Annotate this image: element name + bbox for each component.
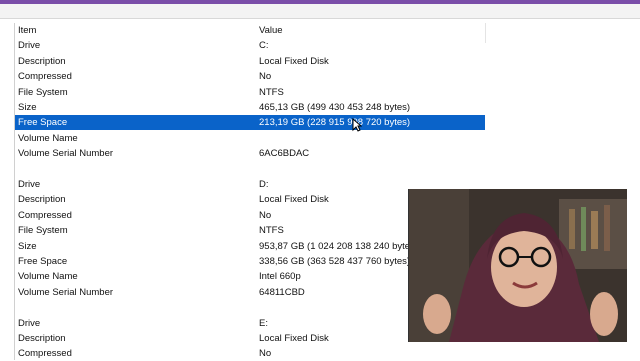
list-header: Item Value xyxy=(15,23,485,38)
row-value: No xyxy=(259,209,272,221)
table-row[interactable]: Drive C: xyxy=(15,38,485,53)
row-item: File System xyxy=(18,225,68,237)
row-value: 465,13 GB (499 430 453 248 bytes) xyxy=(259,102,411,113)
row-value: Local Fixed Disk xyxy=(259,333,329,344)
table-row[interactable]: Description Local Fixed Disk xyxy=(15,54,485,69)
table-row[interactable]: Compressed No xyxy=(15,69,485,84)
row-value: D: xyxy=(259,179,269,190)
row-item: Size xyxy=(18,102,37,113)
row-item: File System xyxy=(18,86,68,98)
column-header-value[interactable]: Value xyxy=(259,23,283,38)
mouse-cursor-icon xyxy=(352,118,362,132)
table-row[interactable]: Volume Serial Number 6AC6BDAC xyxy=(15,146,485,161)
row-item: Compressed xyxy=(18,71,72,83)
row-item: Description xyxy=(18,333,66,344)
row-item: Volume Serial Number xyxy=(18,286,114,298)
row-value: 953,87 GB (1 024 208 138 240 bytes xyxy=(259,240,415,252)
row-value: 6AC6BDAC xyxy=(259,148,310,160)
row-value: C: xyxy=(259,40,269,52)
row-item: Drive xyxy=(18,40,41,52)
row-value: 338,56 GB (363 528 437 760 bytes) xyxy=(259,256,411,267)
row-item: Drive xyxy=(18,317,41,329)
table-row-selected[interactable]: Free Space 213,19 GB (228 915 998 720 byt… xyxy=(15,115,485,131)
column-divider[interactable] xyxy=(485,23,486,43)
row-item: Size xyxy=(18,240,37,252)
table-row[interactable]: Volume Name xyxy=(15,131,485,146)
row-value: E: xyxy=(259,317,268,329)
row-item: Description xyxy=(18,194,66,206)
row-item: Volume Name xyxy=(18,271,78,283)
row-value: Local Fixed Disk xyxy=(259,55,329,67)
row-value: Local Fixed Disk xyxy=(259,194,329,206)
row-item: Volume Serial Number xyxy=(18,148,114,160)
row-item: Description xyxy=(18,55,66,67)
webcam-video-overlay xyxy=(408,189,627,342)
row-value: NTFS xyxy=(259,86,284,98)
row-value: 213,19 GB (228 915 998 720 bytes) xyxy=(259,117,411,129)
row-item: Compressed xyxy=(18,209,72,221)
row-value: Intel 660p xyxy=(259,271,301,283)
table-row[interactable]: Compressed No xyxy=(15,346,485,361)
webcam-presenter-video-icon xyxy=(409,189,627,342)
row-value: No xyxy=(259,348,272,360)
row-item: Free Space xyxy=(18,117,68,129)
row-item: Compressed xyxy=(18,348,72,360)
row-value: 64811CBD xyxy=(259,286,305,298)
table-row[interactable] xyxy=(15,162,485,177)
row-item: Drive xyxy=(18,179,41,190)
row-item: Free Space xyxy=(18,256,68,267)
window-toolbar-strip xyxy=(0,4,640,19)
row-item: Volume Name xyxy=(18,132,78,144)
table-row[interactable]: File System NTFS xyxy=(15,85,485,100)
column-header-item[interactable]: Item xyxy=(18,23,36,38)
row-value: No xyxy=(259,71,272,83)
row-value: NTFS xyxy=(259,225,284,237)
table-row[interactable]: Size 465,13 GB (499 430 453 248 bytes) xyxy=(15,100,485,115)
